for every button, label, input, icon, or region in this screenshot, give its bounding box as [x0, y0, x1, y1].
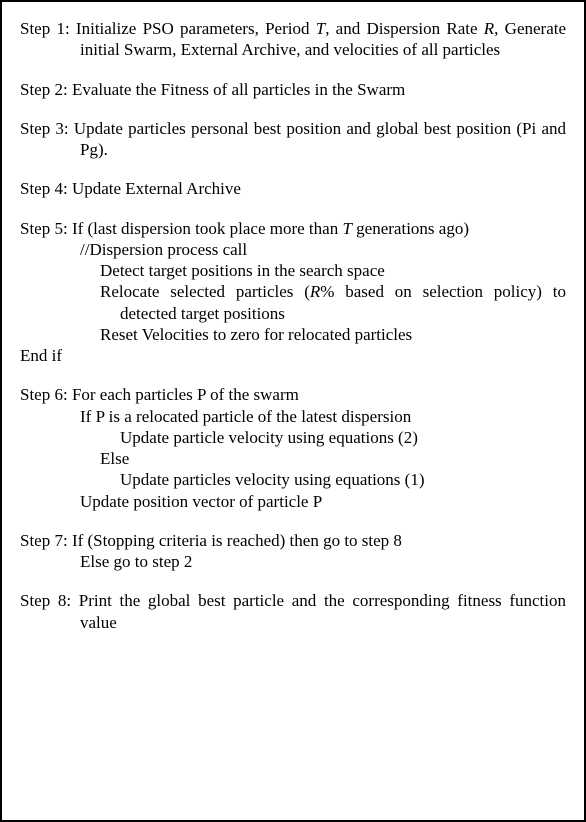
text-fragment: , and Dispersion Rate — [325, 19, 484, 38]
step-5-sub-detect: Detect target positions in the search sp… — [20, 260, 566, 281]
var-T: T — [342, 219, 351, 238]
step-6-then: Update particle velocity using equations… — [20, 427, 566, 448]
step-7-text: Step 7: If (Stopping criteria is reached… — [20, 530, 566, 551]
step-1-text: Step 1: Initialize PSO parameters, Perio… — [20, 18, 566, 61]
step-6-update-pos: Update position vector of particle P — [20, 491, 566, 512]
step-5-sub-relocate: Relocate selected particles (R% based on… — [20, 281, 566, 324]
step-6: Step 6: For each particles P of the swar… — [20, 384, 566, 512]
step-3-text: Step 3: Update particles personal best p… — [20, 118, 566, 161]
algorithm-box: Step 1: Initialize PSO parameters, Perio… — [0, 0, 586, 822]
step-6-if: If P is a relocated particle of the late… — [20, 406, 566, 427]
step-4-text: Step 4: Update External Archive — [20, 178, 566, 199]
step-4: Step 4: Update External Archive — [20, 178, 566, 199]
step-5-sub-comment: //Dispersion process call — [20, 239, 566, 260]
var-T: T — [316, 19, 325, 38]
step-3: Step 3: Update particles personal best p… — [20, 118, 566, 161]
step-7-else: Else go to step 2 — [20, 551, 566, 572]
step-5-sub-reset: Reset Velocities to zero for relocated p… — [20, 324, 566, 345]
text-fragment: Step 1: Initialize PSO parameters, Perio… — [20, 19, 316, 38]
text-fragment: generations ago) — [352, 219, 469, 238]
var-R: R — [484, 19, 494, 38]
var-R: R — [310, 282, 320, 301]
step-8: Step 8: Print the global best particle a… — [20, 590, 566, 633]
step-8-text: Step 8: Print the global best particle a… — [20, 590, 566, 633]
step-2: Step 2: Evaluate the Fitness of all part… — [20, 79, 566, 100]
text-fragment: Step 5: If (last dispersion took place m… — [20, 219, 342, 238]
step-5-endif: End if — [20, 345, 566, 366]
step-5-text: Step 5: If (last dispersion took place m… — [20, 218, 566, 239]
step-5: Step 5: If (last dispersion took place m… — [20, 218, 566, 367]
step-6-else: Else — [20, 448, 566, 469]
step-7: Step 7: If (Stopping criteria is reached… — [20, 530, 566, 573]
step-6-text: Step 6: For each particles P of the swar… — [20, 384, 566, 405]
step-1: Step 1: Initialize PSO parameters, Perio… — [20, 18, 566, 61]
step-6-else-body: Update particles velocity using equation… — [20, 469, 566, 490]
text-fragment: Relocate selected particles ( — [100, 282, 310, 301]
step-2-text: Step 2: Evaluate the Fitness of all part… — [20, 79, 566, 100]
